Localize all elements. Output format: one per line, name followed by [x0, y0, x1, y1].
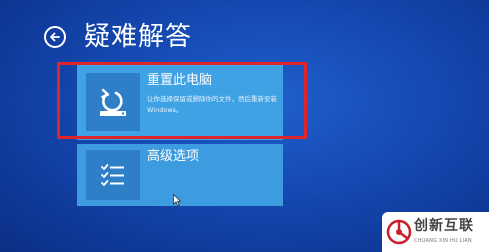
advanced-options-title: 高级选项 — [147, 149, 200, 164]
reset-pc-title: 重置此电脑 — [147, 73, 213, 88]
watermark-logo-icon — [386, 219, 412, 245]
watermark-brand: 创新互联 — [414, 218, 474, 234]
reset-pc-icon — [100, 88, 126, 116]
mouse-cursor-icon — [173, 194, 181, 206]
back-button[interactable] — [44, 26, 66, 48]
page-title: 疑难解答 — [84, 22, 193, 52]
back-arrow-icon — [50, 32, 60, 42]
advanced-options-checklist-icon — [101, 164, 124, 186]
reset-pc-option[interactable]: 重置此电脑 让你选择保留或删除你的文件，然后重新安装 Windows。 — [77, 64, 283, 140]
advanced-options-icon-box — [86, 150, 140, 200]
reset-pc-description: 让你选择保留或删除你的文件，然后重新安装 Windows。 — [147, 95, 277, 114]
watermark: 创新互联 CHUANG XIN HU LIAN — [382, 212, 489, 252]
watermark-subtitle: CHUANG XIN HU LIAN — [414, 238, 472, 244]
reset-pc-icon-box — [86, 73, 140, 131]
